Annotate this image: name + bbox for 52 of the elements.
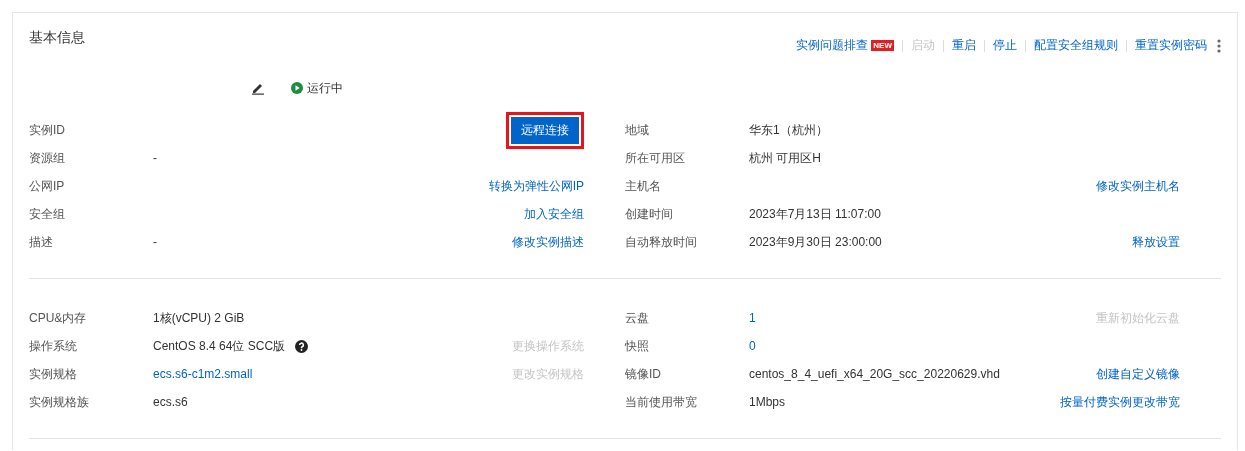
field-label: 描述 xyxy=(29,233,54,251)
field-label: 当前使用带宽 xyxy=(625,393,698,411)
card-title: 基本信息 xyxy=(29,29,85,47)
field-label: CPU&内存 xyxy=(29,309,88,327)
field-label: 安全组 xyxy=(29,205,66,223)
pencil-icon[interactable] xyxy=(251,81,265,95)
action-link[interactable]: 停止 xyxy=(993,37,1017,54)
help-icon[interactable] xyxy=(295,339,309,353)
field-label: 实例规格族 xyxy=(29,393,90,411)
field-value: 1Mbps xyxy=(749,395,786,409)
field-value: 2023年7月13日 11:07:00 xyxy=(749,205,881,223)
field-value: 2023年9月30日 23:00:00 xyxy=(749,233,882,251)
field-label: 资源组 xyxy=(29,149,66,167)
new-badge: NEW xyxy=(871,40,894,51)
field-label: 公网IP xyxy=(29,177,66,195)
field-label: 快照 xyxy=(625,337,650,355)
action-link[interactable]: 实例问题排查 NEW xyxy=(796,37,894,54)
field-value: ecs.s6 xyxy=(153,395,188,409)
value-link[interactable]: 1 xyxy=(749,311,756,325)
more-icon[interactable] xyxy=(1217,38,1221,53)
field-label: 创建时间 xyxy=(625,205,674,223)
action-link[interactable]: 重启 xyxy=(952,37,976,54)
field-label: 云盘 xyxy=(625,309,650,327)
action-link[interactable]: 按量付费实例更改带宽 xyxy=(1060,393,1180,411)
field-label: 自动释放时间 xyxy=(625,233,698,251)
field-value: - xyxy=(153,235,157,249)
field-value: CentOS 8.4 64位 SCC版 xyxy=(153,337,286,355)
action-link[interactable]: 转换为弹性公网IP xyxy=(488,177,584,195)
action-link[interactable]: 修改实例描述 xyxy=(512,233,584,251)
field-label: 地域 xyxy=(625,121,650,139)
field-label: 实例ID xyxy=(29,121,66,139)
action-link[interactable]: 重置实例密码 xyxy=(1135,37,1207,54)
value-link[interactable]: ecs.s6-c1m2.small xyxy=(153,367,253,381)
status-text: 运行中 xyxy=(307,79,343,97)
remote-connect-button[interactable]: 远程连接 xyxy=(511,116,579,144)
field-value: 1核(vCPU) 2 GiB xyxy=(153,309,245,327)
field-value: 华东1（杭州） xyxy=(749,121,828,139)
action-link[interactable]: 配置安全组规则 xyxy=(1034,37,1118,54)
field-label: 主机名 xyxy=(625,177,662,195)
field-label: 实例规格 xyxy=(29,365,78,383)
field-value: 杭州 可用区H xyxy=(749,149,821,167)
field-label: 所在可用区 xyxy=(625,149,686,167)
field-value: centos_8_4_uefi_x64_20G_scc_20220629.vhd xyxy=(749,367,1000,381)
action-link[interactable]: 创建自定义镜像 xyxy=(1096,365,1180,383)
play-icon xyxy=(291,82,303,94)
action-link[interactable]: 修改实例主机名 xyxy=(1096,177,1180,195)
value-link[interactable]: 0 xyxy=(749,339,756,353)
field-value: - xyxy=(153,151,157,165)
action-link[interactable]: 释放设置 xyxy=(1132,233,1180,251)
action-link[interactable]: 加入安全组 xyxy=(524,205,584,223)
field-label: 操作系统 xyxy=(29,337,78,355)
field-label: 镜像ID xyxy=(625,365,662,383)
